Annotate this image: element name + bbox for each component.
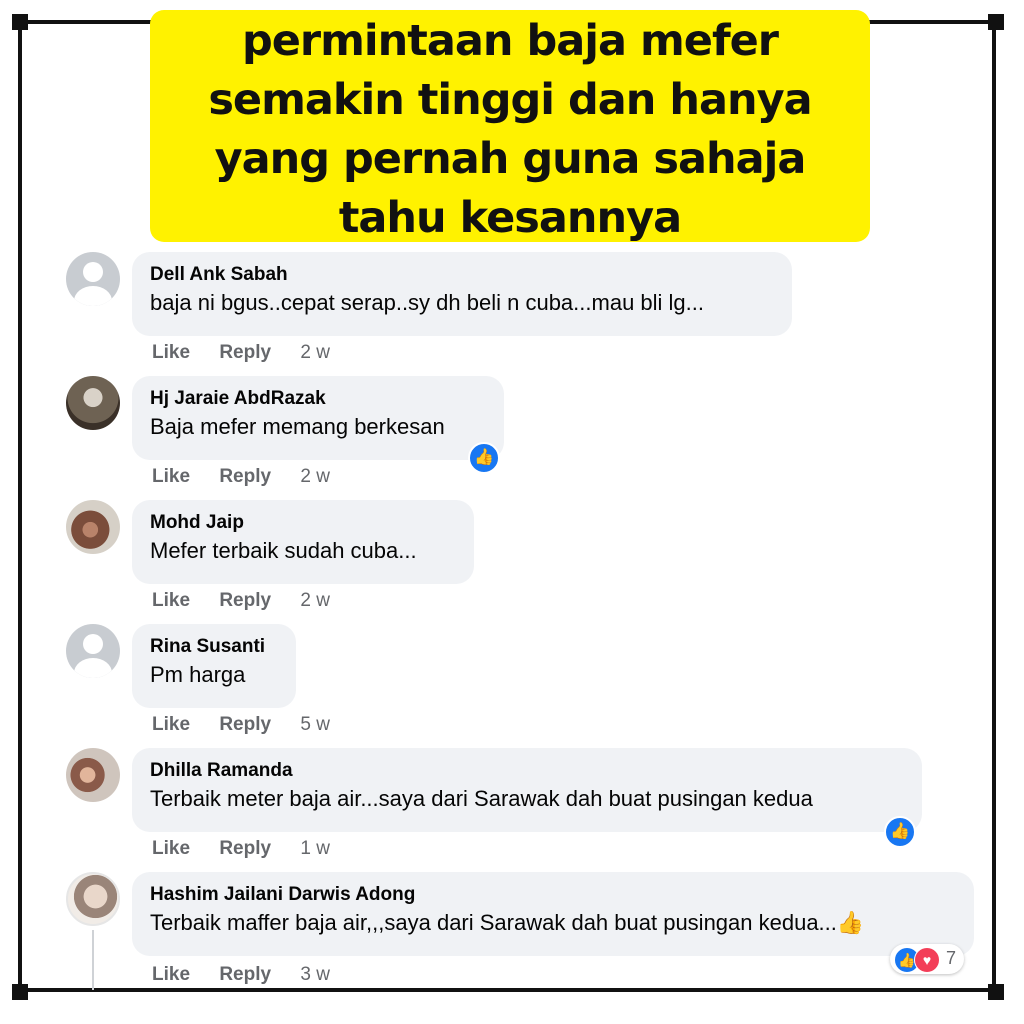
comment-text: Mefer terbaik sudah cuba... xyxy=(150,538,417,563)
comment-time[interactable]: 3 w xyxy=(300,964,330,985)
comment-bubble: Dell Ank Sabah baja ni bgus..cepat serap… xyxy=(132,252,792,336)
headline-line: semakin tinggi dan hanya xyxy=(208,75,812,125)
like-button[interactable]: Like xyxy=(152,714,190,735)
photo-avatar[interactable] xyxy=(66,376,120,430)
like-button[interactable]: Like xyxy=(152,838,190,859)
comment-actions: Like Reply 2 w xyxy=(152,590,354,612)
frame-corner-top-left xyxy=(12,14,28,30)
frame-corner-bottom-right xyxy=(988,984,1004,1000)
reply-button[interactable]: Reply xyxy=(219,466,271,487)
comment-actions: Like Reply 2 w xyxy=(152,342,354,364)
comment-author[interactable]: Dell Ank Sabah xyxy=(150,262,774,288)
reply-button[interactable]: Reply xyxy=(219,714,271,735)
like-button[interactable]: Like xyxy=(152,590,190,611)
comment-bubble: Dhilla Ramanda Terbaik meter baja air...… xyxy=(132,748,922,832)
comment-actions: Like Reply 1 w xyxy=(152,838,354,860)
comment-time[interactable]: 1 w xyxy=(300,838,330,859)
comment-time[interactable]: 2 w xyxy=(300,466,330,487)
reactions-summary[interactable]: 👍 ♥ 7 xyxy=(890,944,965,974)
comment-text: Terbaik maffer baja air,,,saya dari Sara… xyxy=(150,908,956,938)
comment-text: Pm harga xyxy=(150,662,246,687)
reaction-count: 7 xyxy=(946,948,957,968)
comment-actions: Like Reply 5 w xyxy=(152,714,354,736)
reply-button[interactable]: Reply xyxy=(219,342,271,363)
photo-avatar[interactable] xyxy=(66,872,120,926)
headline-banner: permintaan baja mefer semakin tinggi dan… xyxy=(150,10,870,243)
comment-time[interactable]: 2 w xyxy=(300,590,330,611)
frame-corner-bottom-left xyxy=(12,984,28,1000)
frame-corner-top-right xyxy=(988,14,1004,30)
reply-button[interactable]: Reply xyxy=(219,590,271,611)
default-avatar[interactable] xyxy=(66,624,120,678)
comment-text: baja ni bgus..cepat serap..sy dh beli n … xyxy=(150,290,704,315)
love-reaction-icon: ♥ xyxy=(914,947,940,973)
comment-bubble: Rina Susanti Pm harga xyxy=(132,624,296,708)
comment-bubble: Mohd Jaip Mefer terbaik sudah cuba... xyxy=(132,500,474,584)
like-reaction-icon[interactable]: 👍 xyxy=(884,816,916,848)
comment-author[interactable]: Hj Jaraie AbdRazak xyxy=(150,386,486,412)
comment-bubble: Hj Jaraie AbdRazak Baja mefer memang ber… xyxy=(132,376,504,460)
photo-avatar[interactable] xyxy=(66,500,120,554)
reply-button[interactable]: Reply xyxy=(219,838,271,859)
comment-author[interactable]: Mohd Jaip xyxy=(150,510,456,536)
comment-time[interactable]: 5 w xyxy=(300,714,330,735)
comment-author[interactable]: Rina Susanti xyxy=(150,634,278,660)
photo-avatar[interactable] xyxy=(66,748,120,802)
like-reaction-icon[interactable]: 👍 xyxy=(468,442,500,474)
headline-line: yang pernah guna sahaja xyxy=(214,134,807,184)
comment-text: Baja mefer memang berkesan xyxy=(150,414,445,439)
comment-author[interactable]: Dhilla Ramanda xyxy=(150,758,904,784)
comment-text: Terbaik meter baja air...saya dari Saraw… xyxy=(150,786,813,811)
thumbs-up-emoji-icon: 👍 xyxy=(836,910,865,935)
reply-button[interactable]: Reply xyxy=(219,964,271,985)
comment-author[interactable]: Hashim Jailani Darwis Adong xyxy=(150,882,956,908)
headline-line: permintaan baja mefer xyxy=(241,16,779,66)
comment-actions: Like Reply 3 w xyxy=(152,964,354,986)
default-avatar[interactable] xyxy=(66,252,120,306)
comment-actions: Like Reply 2 w xyxy=(152,466,354,488)
headline-line: tahu kesannya xyxy=(338,193,682,243)
comment-bubble: Hashim Jailani Darwis Adong Terbaik maff… xyxy=(132,872,974,956)
like-button[interactable]: Like xyxy=(152,964,190,985)
comment-text-content: Terbaik maffer baja air,,,saya dari Sara… xyxy=(150,910,837,935)
reply-thread-line xyxy=(92,930,94,990)
like-button[interactable]: Like xyxy=(152,466,190,487)
comment-time[interactable]: 2 w xyxy=(300,342,330,363)
like-button[interactable]: Like xyxy=(152,342,190,363)
